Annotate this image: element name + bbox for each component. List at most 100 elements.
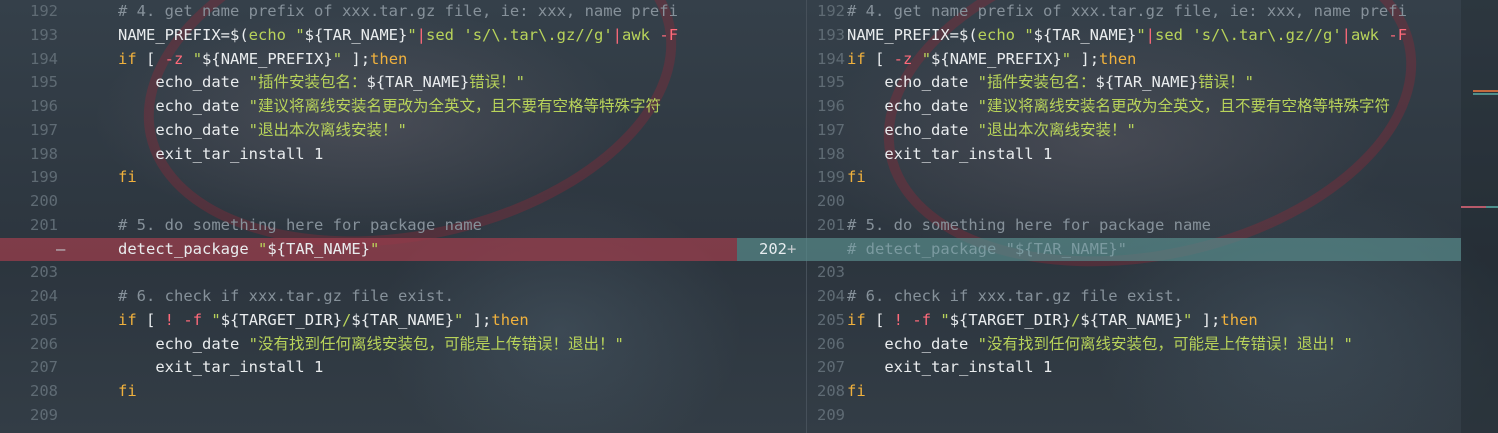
- code-line[interactable]: 203: [0, 261, 737, 285]
- minimap-marker-added: [1473, 93, 1498, 95]
- code-text[interactable]: # 4. get name prefix of xxx.tar.gz file,…: [118, 0, 678, 24]
- code-text[interactable]: echo_date "退出本次离线安装！": [118, 119, 407, 143]
- line-number: 205: [817, 310, 845, 329]
- code-line[interactable]: 201 # 5. do something here for package na…: [0, 214, 737, 238]
- line-number: 208: [30, 382, 58, 400]
- code-line[interactable]: 195 echo_date "插件安装包名：${TAR_NAME}错误！": [737, 71, 1461, 95]
- code-line[interactable]: 197 echo_date "退出本次离线安装！": [737, 119, 1461, 143]
- code-line[interactable]: 208 fi: [0, 380, 737, 404]
- code-line[interactable]: 203: [737, 261, 1461, 285]
- code-text[interactable]: # 6. check if xxx.tar.gz file exist.: [847, 285, 1183, 309]
- code-text[interactable]: exit_tar_install 1: [847, 143, 1052, 167]
- code-text[interactable]: # 5. do something here for package name: [847, 214, 1211, 238]
- code-text[interactable]: echo_date "建议将离线安装名更改为全英文，且不要有空格等特殊字符: [847, 95, 1390, 119]
- line-number: 205: [30, 310, 58, 329]
- code-text[interactable]: NAME_PREFIX=$(echo "${TAR_NAME}"|sed 's/…: [847, 24, 1407, 48]
- minimap-marker-changed: [1473, 90, 1498, 92]
- line-number: 203: [817, 263, 845, 282]
- code-text[interactable]: # 4. get name prefix of xxx.tar.gz file,…: [847, 0, 1407, 24]
- line-number: 203: [30, 263, 58, 282]
- code-line[interactable]: 200: [0, 190, 737, 214]
- code-line[interactable]: 205 if [ ! -f "${TARGET_DIR}/${TAR_NAME}"…: [0, 309, 737, 333]
- code-text[interactable]: echo_date "没有找到任何离线安装包，可能是上传错误！退出！": [118, 333, 624, 357]
- line-number: 206: [817, 334, 845, 353]
- diff-added-marker-icon: +: [787, 239, 797, 258]
- code-text[interactable]: # 5. do something here for package name: [118, 214, 482, 238]
- code-line[interactable]: 205 if [ ! -f "${TARGET_DIR}/${TAR_NAME}"…: [737, 309, 1461, 333]
- line-number: 195: [30, 73, 58, 92]
- line-number: 192: [30, 2, 58, 20]
- code-text[interactable]: fi: [118, 166, 137, 190]
- code-line[interactable]: 207 exit_tar_install 1: [737, 356, 1461, 380]
- code-line[interactable]: 209: [0, 404, 737, 428]
- code-text[interactable]: exit_tar_install 1: [118, 356, 323, 380]
- code-line[interactable]: 209: [737, 404, 1461, 428]
- code-line[interactable]: 198 exit_tar_install 1: [737, 143, 1461, 167]
- code-line[interactable]: 204 # 6. check if xxx.tar.gz file exist.: [737, 285, 1461, 309]
- code-line[interactable]: 193 NAME_PREFIX=$(echo "${TAR_NAME}"|sed …: [737, 24, 1461, 48]
- line-number: 196: [817, 97, 845, 115]
- code-line[interactable]: 198 exit_tar_install 1: [0, 143, 737, 167]
- diff-minimap[interactable]: [1461, 0, 1498, 433]
- code-text[interactable]: if [ ! -f "${TARGET_DIR}/${TAR_NAME}" ];…: [847, 309, 1258, 333]
- code-text[interactable]: if [ -z "${NAME_PREFIX}" ];then: [118, 48, 407, 72]
- code-line[interactable]: 201 # 5. do something here for package na…: [737, 214, 1461, 238]
- line-number: 197: [30, 120, 58, 139]
- code-line[interactable]: 204 # 6. check if xxx.tar.gz file exist.: [0, 285, 737, 309]
- line-number: 199: [817, 168, 845, 187]
- diff-removed-marker-icon: —: [56, 239, 66, 258]
- code-line[interactable]: 195 echo_date "插件安装包名：${TAR_NAME}错误！": [0, 71, 737, 95]
- code-line[interactable]: 196 echo_date "建议将离线安装名更改为全英文，且不要有空格等特殊字…: [0, 95, 737, 119]
- code-text[interactable]: if [ ! -f "${TARGET_DIR}/${TAR_NAME}" ];…: [118, 309, 529, 333]
- code-line[interactable]: 192 # 4. get name prefix of xxx.tar.gz fi…: [737, 0, 1461, 24]
- code-line[interactable]: 206 echo_date "没有找到任何离线安装包，可能是上传错误！退出！": [0, 333, 737, 357]
- diff-line-added[interactable]: 202 + # detect_package "${TAR_NAME}": [737, 237, 1461, 262]
- code-line[interactable]: 193 NAME_PREFIX=$(echo "${TAR_NAME}"|sed …: [0, 24, 737, 48]
- code-text[interactable]: echo_date "建议将离线安装名更改为全英文，且不要有空格等特殊字符: [118, 95, 661, 119]
- line-number: 209: [30, 405, 58, 424]
- line-number: 208: [817, 382, 845, 400]
- line-number: 194: [817, 49, 845, 68]
- diff-line-deleted[interactable]: — detect_package "${TAR_NAME}": [0, 237, 737, 262]
- code-line[interactable]: 194 if [ -z "${NAME_PREFIX}" ];then: [737, 48, 1461, 72]
- code-text[interactable]: exit_tar_install 1: [118, 143, 323, 167]
- code-line[interactable]: 206 echo_date "没有找到任何离线安装包，可能是上传错误！退出！": [737, 333, 1461, 357]
- line-number: 195: [817, 73, 845, 92]
- code-line[interactable]: 192 # 4. get name prefix of xxx.tar.gz fi…: [0, 0, 737, 24]
- diff-left-pane[interactable]: 192 # 4. get name prefix of xxx.tar.gz fi…: [0, 0, 737, 433]
- line-number: 204: [30, 287, 58, 305]
- code-text[interactable]: detect_package "${TAR_NAME}": [118, 238, 379, 262]
- code-text[interactable]: fi: [118, 380, 137, 404]
- line-number: 196: [30, 97, 58, 115]
- line-number: 199: [30, 168, 58, 187]
- code-text[interactable]: echo_date "退出本次离线安装！": [847, 119, 1136, 143]
- code-text[interactable]: echo_date "插件安装包名：${TAR_NAME}错误！": [847, 71, 1254, 95]
- minimap-marker-added: [1486, 206, 1498, 208]
- code-text[interactable]: echo_date "没有找到任何离线安装包，可能是上传错误！退出！": [847, 333, 1353, 357]
- code-text[interactable]: # 6. check if xxx.tar.gz file exist.: [118, 285, 454, 309]
- line-number: 201: [817, 215, 845, 234]
- code-line[interactable]: 199 fi: [737, 166, 1461, 190]
- code-line[interactable]: 199 fi: [0, 166, 737, 190]
- code-line[interactable]: 197 echo_date "退出本次离线安装！": [0, 119, 737, 143]
- code-text[interactable]: if [ -z "${NAME_PREFIX}" ];then: [847, 48, 1136, 72]
- code-line[interactable]: 200: [737, 190, 1461, 214]
- code-line[interactable]: 194 if [ -z "${NAME_PREFIX}" ];then: [0, 48, 737, 72]
- line-number: 207: [817, 358, 845, 377]
- line-number: 194: [30, 49, 58, 68]
- code-text[interactable]: fi: [847, 380, 866, 404]
- code-line[interactable]: 196 echo_date "建议将离线安装名更改为全英文，且不要有空格等特殊字…: [737, 95, 1461, 119]
- code-line[interactable]: 207 exit_tar_install 1: [0, 356, 737, 380]
- line-number: 193: [30, 25, 58, 44]
- diff-right-pane[interactable]: 192 # 4. get name prefix of xxx.tar.gz fi…: [737, 0, 1461, 433]
- line-number: 209: [817, 405, 845, 424]
- line-number: 198: [30, 144, 58, 163]
- code-text[interactable]: NAME_PREFIX=$(echo "${TAR_NAME}"|sed 's/…: [118, 24, 678, 48]
- minimap-marker-deleted: [1461, 206, 1486, 208]
- code-line[interactable]: 208 fi: [737, 380, 1461, 404]
- code-text[interactable]: exit_tar_install 1: [847, 356, 1052, 380]
- code-text[interactable]: echo_date "插件安装包名：${TAR_NAME}错误！": [118, 71, 525, 95]
- code-text[interactable]: fi: [847, 166, 866, 190]
- line-number: 201: [30, 215, 58, 234]
- code-text[interactable]: # detect_package "${TAR_NAME}": [847, 238, 1127, 262]
